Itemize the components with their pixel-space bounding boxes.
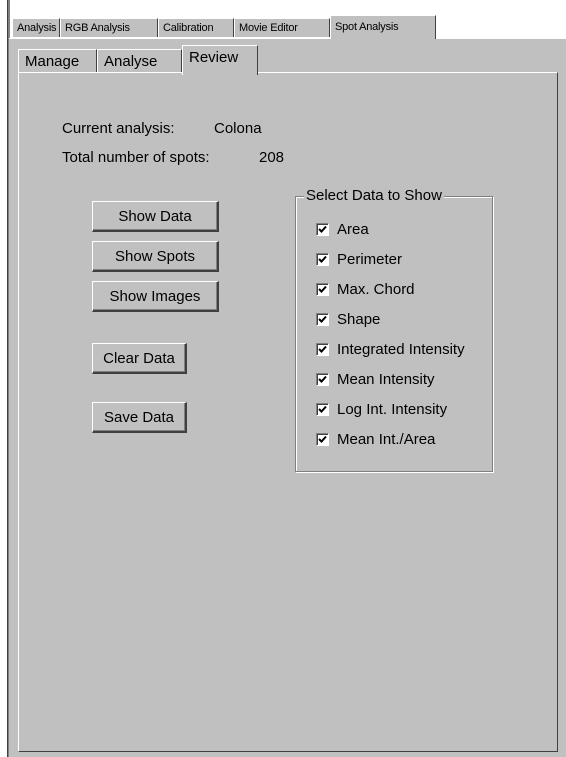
tab-rgb-analysis[interactable]: RGB Analysis xyxy=(60,18,158,37)
tab-review[interactable]: Review xyxy=(182,45,258,75)
current-analysis-label: Current analysis: xyxy=(62,120,175,137)
checkbox-integrated-intensity[interactable]: Integrated Intensity xyxy=(316,339,465,359)
select-data-groupbox: Select Data to Show Area Perimeter Max. … xyxy=(295,187,493,472)
inner-tab-bar: Manage Analyse Review xyxy=(18,45,558,75)
tab-movie-editor[interactable]: Movie Editor xyxy=(234,18,330,37)
checkbox-mean-intensity[interactable]: Mean Intensity xyxy=(316,369,435,389)
checkbox-label: Integrated Intensity xyxy=(337,340,465,358)
checkmark-icon xyxy=(316,372,329,386)
checkmark-icon xyxy=(316,402,329,416)
show-spots-button[interactable]: Show Spots xyxy=(92,241,219,272)
checkbox-log-int-intensity[interactable]: Log Int. Intensity xyxy=(316,399,447,419)
spot-analysis-panel: Manage Analyse Review Current analysis: … xyxy=(9,39,566,757)
checkbox-label: Shape xyxy=(337,310,381,328)
tab-spot-analysis[interactable]: Spot Analysis xyxy=(330,15,436,39)
window-top-band xyxy=(8,0,566,14)
show-data-button[interactable]: Show Data xyxy=(92,201,219,232)
tab-analysis[interactable]: Analysis xyxy=(12,18,60,37)
checkbox-shape[interactable]: Shape xyxy=(316,309,380,329)
total-spots-value: 208 xyxy=(259,149,285,166)
checkmark-icon xyxy=(316,282,329,296)
checkbox-area[interactable]: Area xyxy=(316,219,369,239)
tab-manage[interactable]: Manage xyxy=(18,49,97,73)
checkbox-label: Max. Chord xyxy=(337,280,415,298)
clear-data-button[interactable]: Clear Data xyxy=(92,343,187,374)
checkbox-max-chord[interactable]: Max. Chord xyxy=(316,279,415,299)
checkbox-label: Area xyxy=(337,220,369,238)
review-page: Current analysis: Colona Total number of… xyxy=(18,72,558,752)
show-images-button[interactable]: Show Images xyxy=(92,281,219,312)
total-spots-label: Total number of spots: xyxy=(62,149,210,166)
checkmark-icon xyxy=(316,312,329,326)
tab-calibration[interactable]: Calibration xyxy=(158,18,234,37)
checkbox-perimeter[interactable]: Perimeter xyxy=(316,249,402,269)
checkbox-label: Perimeter xyxy=(337,250,403,268)
checkmark-icon xyxy=(316,252,329,266)
checkbox-label: Mean Int./Area xyxy=(337,430,436,448)
checkbox-label: Log Int. Intensity xyxy=(337,400,448,418)
checkmark-icon xyxy=(316,432,329,446)
checkmark-icon xyxy=(316,342,329,356)
tab-analyse[interactable]: Analyse xyxy=(97,49,182,73)
current-analysis-value: Colona xyxy=(214,120,262,137)
checkmark-icon xyxy=(316,222,329,236)
application-window: Analysis RGB Analysis Calibration Movie … xyxy=(0,0,566,757)
save-data-button[interactable]: Save Data xyxy=(92,402,187,433)
select-data-title: Select Data to Show xyxy=(304,187,444,204)
outer-tab-bar: Analysis RGB Analysis Calibration Movie … xyxy=(12,15,566,39)
checkbox-label: Mean Intensity xyxy=(337,370,435,388)
checkbox-mean-int-area[interactable]: Mean Int./Area xyxy=(316,429,435,449)
